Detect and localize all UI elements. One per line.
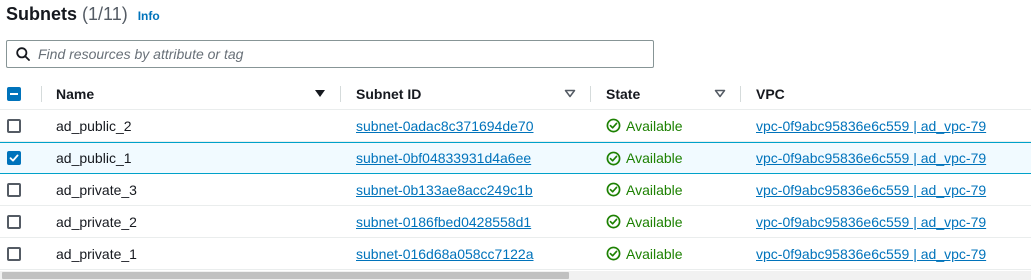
row-checkbox[interactable] [7, 246, 21, 261]
state-cell: Available [606, 206, 683, 237]
table-row[interactable]: ad_private_1 subnet-016d68a058cc7122a Av… [0, 238, 1031, 270]
table-header: Name Subnet ID State VPC [0, 78, 1031, 110]
scrollbar-thumb[interactable] [2, 272, 569, 279]
state-cell: Available [606, 174, 683, 205]
subnet-id-link[interactable]: subnet-0adac8c371694de70 [356, 110, 534, 141]
row-checkbox[interactable] [7, 151, 21, 165]
check-circle-icon [606, 151, 621, 165]
page-header: Subnets (1/11) Info [6, 4, 160, 30]
table-row[interactable]: ad_private_3 subnet-0b133ae8acc249c1b Av… [0, 174, 1031, 206]
subnet-id-link[interactable]: subnet-0bf04833931d4a6ee [356, 143, 531, 173]
subnet-id-link[interactable]: subnet-0b133ae8acc249c1b [356, 174, 533, 205]
row-select-cell [7, 143, 21, 173]
column-header-state[interactable]: State [606, 78, 640, 109]
row-checkbox[interactable] [7, 214, 21, 229]
row-checkbox[interactable] [7, 118, 21, 133]
column-header-subnet-id[interactable]: Subnet ID [356, 78, 421, 109]
checkmark-icon [9, 154, 19, 162]
sort-icon[interactable] [564, 78, 576, 109]
column-divider[interactable] [340, 86, 341, 102]
table-row[interactable]: ad_private_2 subnet-0186fbed0428558d1 Av… [0, 206, 1031, 238]
subnet-name: ad_private_2 [56, 213, 137, 230]
table-row[interactable]: ad_public_2 subnet-0adac8c371694de70 Ava… [0, 110, 1031, 142]
check-circle-icon [606, 118, 621, 133]
column-header-name[interactable]: Name [56, 78, 94, 109]
vpc-link[interactable]: vpc-0f9abc95836e6c559 | ad_vpc-79 [756, 238, 986, 269]
vpc-link[interactable]: vpc-0f9abc95836e6c559 | ad_vpc-79 [756, 110, 986, 141]
row-select-cell [7, 206, 21, 237]
column-divider[interactable] [41, 86, 42, 102]
check-circle-icon [606, 214, 621, 229]
subnets-table: Name Subnet ID State VPC ad_public_2 sub… [0, 78, 1031, 270]
state-label: Available [626, 117, 683, 134]
select-all-checkbox[interactable] [7, 86, 21, 101]
state-cell: Available [606, 238, 683, 269]
column-divider[interactable] [740, 86, 741, 102]
vpc-link[interactable]: vpc-0f9abc95836e6c559 | ad_vpc-79 [756, 174, 986, 205]
row-select-cell [7, 174, 21, 205]
select-all-cell [7, 78, 21, 109]
subnet-name: ad_public_1 [56, 150, 132, 166]
selection-count: (1/11) [82, 4, 128, 24]
state-label: Available [626, 213, 683, 230]
state-label: Available [626, 150, 683, 166]
subnet-name: ad_public_2 [56, 117, 132, 134]
table-row-selected[interactable]: ad_public_1 subnet-0bf04833931d4a6ee Ava… [0, 142, 1031, 174]
search-icon [16, 47, 30, 61]
subnets-page: Subnets (1/11) Info Name Subnet ID [0, 0, 1031, 280]
check-circle-icon [606, 182, 621, 197]
state-label: Available [626, 181, 683, 198]
subnet-id-link[interactable]: subnet-016d68a058cc7122a [356, 238, 534, 269]
column-divider[interactable] [590, 86, 591, 102]
subnet-name: ad_private_3 [56, 181, 137, 198]
state-label: Available [626, 245, 683, 262]
search-bar[interactable] [6, 40, 654, 68]
sort-icon[interactable] [714, 78, 726, 109]
page-title: Subnets [6, 4, 78, 24]
vpc-link[interactable]: vpc-0f9abc95836e6c559 | ad_vpc-79 [756, 206, 986, 237]
check-circle-icon [606, 246, 621, 261]
info-link[interactable]: Info [138, 9, 160, 23]
column-header-vpc[interactable]: VPC [756, 78, 785, 109]
search-input[interactable] [38, 42, 653, 66]
subnet-name: ad_private_1 [56, 245, 137, 262]
state-cell: Available [606, 143, 683, 173]
indeterminate-icon [10, 92, 18, 95]
sort-descending-icon[interactable] [314, 78, 326, 109]
row-select-cell [7, 238, 21, 269]
subnet-id-link[interactable]: subnet-0186fbed0428558d1 [356, 206, 531, 237]
vpc-link[interactable]: vpc-0f9abc95836e6c559 | ad_vpc-79 [756, 143, 986, 173]
state-cell: Available [606, 110, 683, 141]
row-select-cell [7, 110, 21, 141]
row-checkbox[interactable] [7, 182, 21, 197]
horizontal-scrollbar[interactable] [0, 271, 1031, 280]
